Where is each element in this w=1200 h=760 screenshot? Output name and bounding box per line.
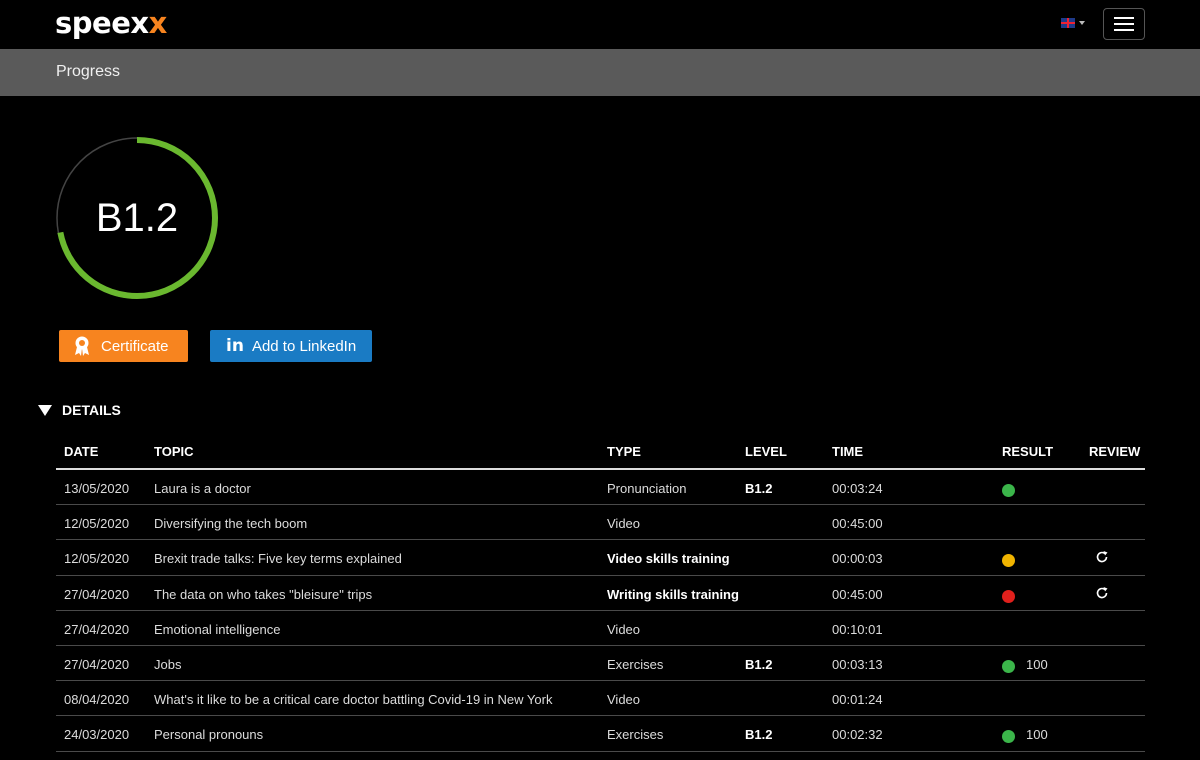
row-time: 00:00:03	[832, 551, 883, 567]
menu-toggle-button[interactable]	[1103, 8, 1145, 40]
row-type: Pronunciation	[607, 481, 687, 496]
row-type: Exercises	[607, 656, 664, 672]
certificate-label: Certificate	[101, 337, 169, 355]
refresh-icon[interactable]	[1095, 550, 1109, 564]
page-title: Progress	[56, 63, 121, 80]
row-date: 13/05/2020	[64, 481, 130, 496]
row-type: Video skills training	[607, 551, 730, 567]
result-status-dot	[1002, 730, 1015, 744]
top-navbar: speexx	[0, 0, 1200, 49]
caret-down-icon	[1079, 21, 1085, 25]
details-label: DETAILS	[62, 402, 121, 418]
row-time: 00:03:13	[832, 656, 883, 672]
row-time: 00:03:24	[832, 481, 883, 496]
progress-table: DATE TOPIC TYPE LEVEL TIME RESULT REVIEW…	[56, 434, 1145, 752]
result-status-dot	[1002, 554, 1015, 568]
column-header-level[interactable]: LEVEL	[745, 444, 787, 459]
award-ribbon-icon	[75, 336, 89, 356]
row-topic: Emotional intelligence	[154, 621, 281, 637]
row-topic: What's it like to be a critical care doc…	[154, 692, 553, 708]
row-date: 27/04/2020	[64, 656, 130, 672]
row-result-score: 100	[1026, 727, 1048, 743]
table-row[interactable]: 12/05/2020 Diversifying the tech boom Vide…	[56, 505, 1145, 541]
row-level: B1.2	[745, 481, 773, 496]
row-topic: Jobs	[154, 656, 182, 672]
result-status-dot	[1002, 484, 1015, 497]
add-to-linkedin-button[interactable]: in Add to LinkedIn	[210, 330, 372, 362]
row-time: 00:45:00	[832, 516, 883, 532]
row-topic: Laura is a doctor	[154, 481, 251, 496]
linkedin-label: Add to LinkedIn	[251, 337, 357, 355]
details-toggle[interactable]: DETAILS	[38, 402, 121, 418]
current-level: B1.2	[95, 195, 179, 240]
column-header-review[interactable]: REVIEW	[1089, 444, 1140, 459]
column-header-topic[interactable]: TOPIC	[154, 444, 194, 459]
page-header: Progress	[0, 49, 1200, 96]
certificate-button[interactable]: Certificate	[59, 330, 188, 362]
row-date: 08/04/2020	[64, 692, 130, 708]
row-level: B1.2	[745, 656, 773, 672]
row-date: 12/05/2020	[64, 516, 130, 532]
table-row[interactable]: 24/03/2020 Personal pronouns Exercises B1.2…	[56, 716, 1145, 752]
table-row[interactable]: 12/05/2020 Brexit trade talks: Five key t…	[56, 540, 1145, 576]
language-selector[interactable]	[1061, 18, 1085, 28]
column-header-date[interactable]: DATE	[64, 444, 98, 459]
table-header: DATE TOPIC TYPE LEVEL TIME RESULT REVIEW	[56, 434, 1145, 470]
refresh-icon[interactable]	[1095, 586, 1109, 600]
triangle-down-icon	[38, 404, 52, 416]
row-date: 12/05/2020	[64, 551, 130, 567]
result-status-dot	[1002, 659, 1015, 673]
row-topic: Diversifying the tech boom	[154, 516, 308, 532]
uk-flag-icon	[1061, 18, 1075, 28]
table-row[interactable]: 08/04/2020 What's it like to be a critica…	[56, 681, 1145, 717]
column-header-type[interactable]: TYPE	[607, 444, 641, 459]
result-status-dot	[1002, 589, 1015, 603]
row-date: 27/04/2020	[64, 621, 130, 637]
row-time: 00:45:00	[832, 586, 883, 602]
row-topic: Personal pronouns	[154, 727, 264, 743]
row-time: 00:10:01	[832, 621, 883, 637]
row-topic: Brexit trade talks: Five key terms expla…	[154, 551, 402, 567]
column-header-time[interactable]: TIME	[832, 444, 863, 459]
row-type: Video	[607, 621, 641, 637]
row-type: Writing skills training	[607, 586, 739, 602]
table-row[interactable]: 27/04/2020 The data on who takes "bleisur…	[56, 576, 1145, 611]
table-row[interactable]: 13/05/2020 Laura is a doctor Pronunciation…	[56, 470, 1145, 506]
row-date: 27/04/2020	[64, 586, 130, 602]
row-date: 24/03/2020	[64, 727, 130, 743]
speexx-logo[interactable]: speexx	[55, 6, 167, 40]
row-type: Video	[607, 516, 641, 532]
row-topic: The data on who takes "bleisure" trips	[154, 586, 373, 602]
table-row[interactable]: 27/04/2020 Jobs Exercises B1.2 00:03:13 100	[56, 646, 1145, 682]
row-type: Video	[607, 692, 641, 708]
row-time: 00:02:32	[832, 727, 883, 743]
row-time: 00:01:24	[832, 692, 883, 708]
row-level: B1.2	[745, 727, 773, 743]
table-body: 13/05/2020 Laura is a doctor Pronunciation…	[56, 470, 1145, 752]
linkedin-icon: in	[226, 336, 244, 356]
row-type: Exercises	[607, 727, 664, 743]
row-result-score: 100	[1026, 656, 1048, 672]
table-row[interactable]: 27/04/2020 Emotional intelligence Video 00:…	[56, 611, 1145, 646]
column-header-result[interactable]: RESULT	[1002, 444, 1053, 459]
hamburger-icon	[1114, 17, 1134, 19]
